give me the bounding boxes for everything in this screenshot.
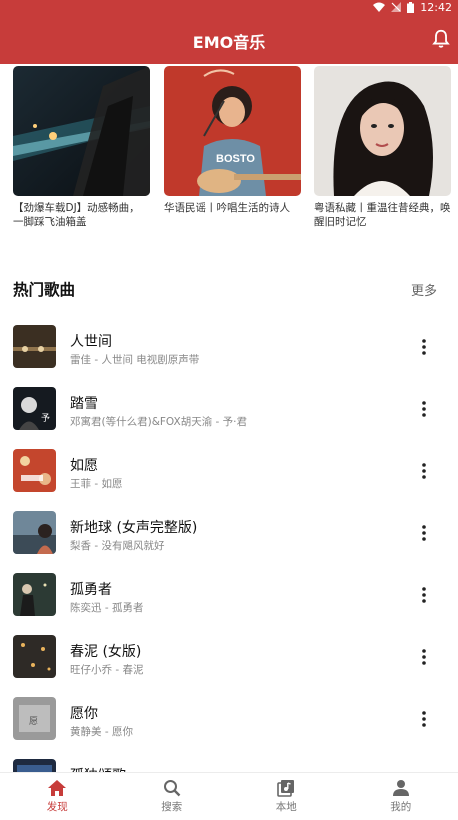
- song-list: 人世间 雷佳 - 人世间 电视剧原声带 予 踏雪 邓寓君(等什么君)&FOX胡天…: [0, 316, 458, 774]
- app-bar: EMO音乐: [0, 14, 458, 64]
- hot-songs-header: 热门歌曲 更多: [13, 276, 445, 302]
- nav-label: 本地: [275, 801, 297, 813]
- playlist-card[interactable]: 【劲爆车载DJ】动感畅曲，一脚踩飞油箱盖: [13, 66, 150, 229]
- app-title: EMO音乐: [192, 33, 266, 52]
- section-title: 热门歌曲: [13, 281, 76, 299]
- nav-tab-mine[interactable]: 我的: [344, 773, 458, 820]
- song-row[interactable]: 人世间 雷佳 - 人世间 电视剧原声带: [0, 316, 458, 378]
- song-cover-image: [13, 449, 56, 492]
- song-subtitle: 梨香 - 没有飓风就好: [70, 540, 165, 552]
- svg-text:愿: 愿: [29, 716, 38, 727]
- playlist-title: 【劲爆车载DJ】动感畅曲，一脚踩飞油箱盖: [13, 202, 140, 228]
- nav-tab-search[interactable]: 搜索: [115, 773, 230, 820]
- song-row[interactable]: 愿 愿你 黄静美 - 愿你: [0, 688, 458, 750]
- song-subtitle: 旺仔小乔 - 春泥: [70, 664, 144, 676]
- playlist-cover-image: [314, 66, 451, 196]
- playlist-cover-image: BOSTO: [164, 66, 301, 196]
- song-subtitle: 黄静美 - 愿你: [70, 726, 133, 738]
- more-options-icon[interactable]: [416, 400, 432, 418]
- playlist-card[interactable]: BOSTO 华语民谣丨吟唱生活的诗人: [164, 66, 301, 229]
- more-options-icon[interactable]: [416, 648, 432, 666]
- search-icon: [163, 780, 181, 797]
- nav-tab-local[interactable]: 本地: [229, 773, 344, 820]
- playlist-card[interactable]: 粤语私藏丨重温往昔经典，唤醒旧时记忆: [314, 66, 451, 229]
- song-title: 如愿: [70, 458, 98, 474]
- song-cover-image: 予: [13, 387, 56, 430]
- battery-icon: [407, 1, 415, 13]
- nav-label: 发现: [46, 801, 68, 813]
- song-row[interactable]: 新地球 (女声完整版) 梨香 - 没有飓风就好: [0, 502, 458, 564]
- svg-text:BOSTO: BOSTO: [216, 153, 255, 165]
- song-title: 愿你: [70, 706, 98, 722]
- song-title: 新地球 (女声完整版): [70, 520, 198, 536]
- nav-tab-discover[interactable]: 发现: [0, 773, 115, 820]
- bottom-navigation: 发现 搜索 本地 我的: [0, 772, 458, 820]
- song-row[interactable]: 孤独颂歌: [0, 750, 458, 774]
- playlist-carousel[interactable]: 【劲爆车载DJ】动感畅曲，一脚踩飞油箱盖 BOSTO 华语民谣丨吟唱生活的诗人: [0, 64, 458, 244]
- song-row[interactable]: 春泥 (女版) 旺仔小乔 - 春泥: [0, 626, 458, 688]
- song-title: 孤勇者: [70, 582, 112, 598]
- song-subtitle: 王菲 - 如愿: [70, 478, 123, 490]
- playlist-cover-image: [13, 66, 150, 196]
- more-options-icon[interactable]: [416, 462, 432, 480]
- home-icon: [48, 780, 67, 796]
- song-row[interactable]: 孤勇者 陈奕迅 - 孤勇者: [0, 564, 458, 626]
- song-cover-image: 愿: [13, 697, 56, 740]
- bell-icon[interactable]: [430, 28, 452, 50]
- song-subtitle: 雷佳 - 人世间 电视剧原声带: [70, 354, 200, 366]
- nav-label: 搜索: [161, 801, 183, 813]
- no-signal-icon: [391, 2, 402, 12]
- more-options-icon[interactable]: [416, 338, 432, 356]
- song-subtitle: 邓寓君(等什么君)&FOX胡天渝 - 予·君: [70, 416, 248, 428]
- song-title: 人世间: [70, 334, 112, 350]
- song-subtitle: 陈奕迅 - 孤勇者: [70, 602, 144, 614]
- song-cover-image: [13, 573, 56, 616]
- playlist-title: 华语民谣丨吟唱生活的诗人: [164, 202, 290, 214]
- song-row[interactable]: 如愿 王菲 - 如愿: [0, 440, 458, 502]
- music-library-icon: [277, 780, 295, 797]
- more-button[interactable]: 更多: [411, 280, 437, 299]
- song-cover-image: [13, 511, 56, 554]
- status-time: 12:42: [420, 0, 452, 14]
- more-options-icon[interactable]: [416, 524, 432, 542]
- song-row[interactable]: 予 踏雪 邓寓君(等什么君)&FOX胡天渝 - 予·君: [0, 378, 458, 440]
- song-title: 踏雪: [70, 396, 98, 412]
- playlist-title: 粤语私藏丨重温往昔经典，唤醒旧时记忆: [314, 202, 451, 228]
- nav-label: 我的: [390, 801, 412, 813]
- more-options-icon[interactable]: [416, 586, 432, 604]
- svg-text:予: 予: [41, 413, 50, 424]
- more-options-icon[interactable]: [416, 710, 432, 728]
- song-cover-image: [13, 635, 56, 678]
- person-icon: [392, 780, 409, 796]
- wifi-icon: [373, 2, 386, 12]
- status-bar: 12:42: [0, 0, 458, 14]
- song-cover-image: [13, 325, 56, 368]
- song-title: 春泥 (女版): [70, 644, 142, 660]
